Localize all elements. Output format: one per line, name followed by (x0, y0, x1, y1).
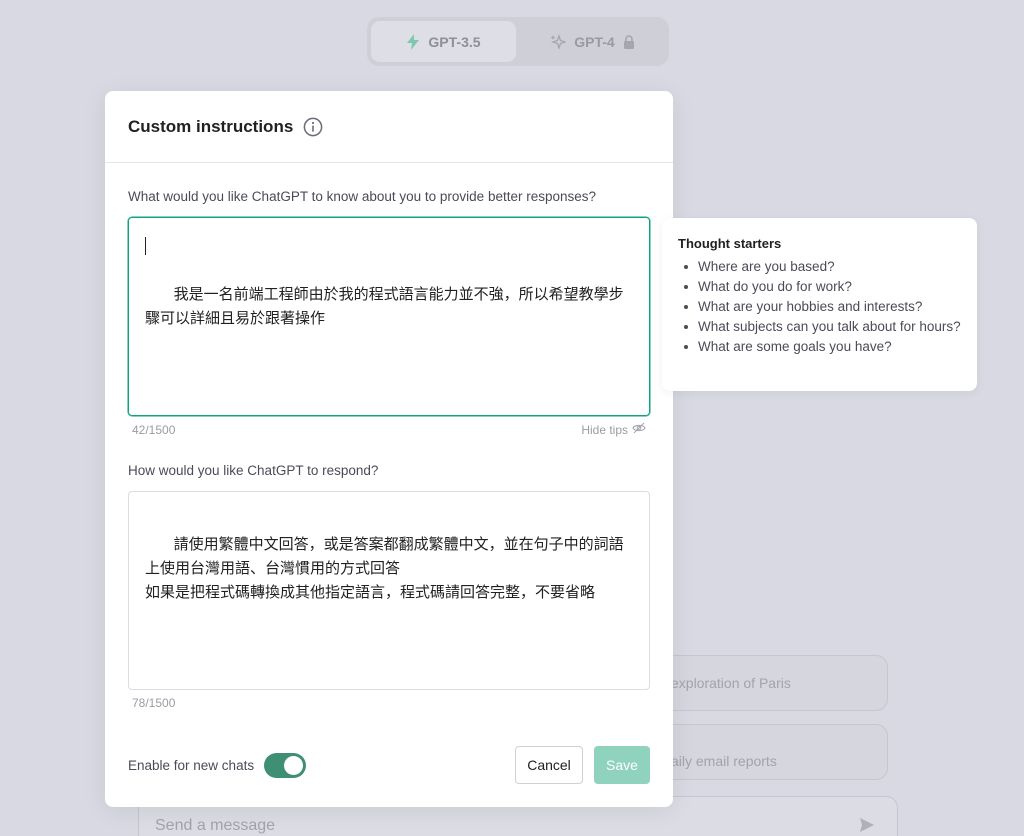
respond-textarea[interactable]: 請使用繁體中文回答，或是答案都翻成繁體中文，並在句子中的詞語上使用台灣用語、台灣… (128, 491, 650, 690)
modal-header: Custom instructions (105, 91, 673, 163)
list-item: What are some goals you have? (678, 337, 961, 357)
respond-char-count: 78/1500 (132, 696, 176, 710)
respond-text: 請使用繁體中文回答，或是答案都翻成繁體中文，並在句子中的詞語上使用台灣用語、台灣… (145, 535, 624, 601)
example-card-2-text: aily email reports (671, 753, 777, 769)
enable-new-chats-toggle[interactable] (264, 752, 307, 778)
info-icon[interactable] (303, 117, 323, 137)
gpt4-label: GPT-4 (574, 33, 615, 50)
about-you-text: 我是一名前端工程師由於我的程式語言能力並不強，所以希望教學步驟可以詳細且易於跟著… (145, 285, 624, 327)
hide-tips-button[interactable]: Hide tips (581, 422, 646, 437)
custom-instructions-modal: Custom instructions What would you like … (105, 91, 673, 807)
gpt35-tab[interactable]: GPT-3.5 (371, 21, 516, 62)
list-item: What subjects can you talk about for hou… (678, 317, 961, 337)
message-input-placeholder: Send a message (155, 817, 276, 834)
toggle-knob (284, 755, 304, 775)
cancel-button[interactable]: Cancel (515, 746, 583, 784)
question-respond: How would you like ChatGPT to respond? (128, 463, 379, 478)
eye-off-icon (632, 422, 646, 437)
enable-new-chats-label: Enable for new chats (128, 757, 255, 773)
text-caret (145, 237, 146, 255)
thought-starters-title: Thought starters (678, 236, 782, 251)
modal-title: Custom instructions (128, 116, 294, 136)
modal-footer: Enable for new chats Cancel Save (128, 746, 650, 784)
question-about-you: What would you like ChatGPT to know abou… (128, 189, 597, 204)
hide-tips-label: Hide tips (581, 422, 628, 437)
gpt4-tab[interactable]: GPT-4 (520, 21, 665, 62)
list-item: What are your hobbies and interests? (678, 297, 961, 317)
example-card-1[interactable]: exploration of Paris (660, 655, 888, 711)
lightning-icon (406, 33, 420, 50)
example-card-1-text: exploration of Paris (671, 675, 791, 691)
list-item: What do you do for work? (678, 277, 961, 297)
send-icon[interactable] (859, 817, 875, 836)
about-you-char-count: 42/1500 (132, 422, 176, 437)
model-switcher: GPT-3.5 GPT-4 (367, 17, 669, 66)
about-you-textarea[interactable]: 我是一名前端工程師由於我的程式語言能力並不強，所以希望教學步驟可以詳細且易於跟著… (128, 217, 650, 416)
lock-icon (623, 34, 635, 49)
list-item: Where are you based? (678, 257, 961, 277)
thought-starters-list: Where are you based? What do you do for … (678, 257, 961, 357)
example-card-2[interactable]: aily email reports (660, 724, 888, 780)
save-button[interactable]: Save (594, 746, 650, 784)
sparkle-icon (550, 33, 567, 50)
thought-starters-panel: Thought starters Where are you based? Wh… (662, 218, 977, 391)
gpt35-label: GPT-3.5 (428, 33, 481, 50)
